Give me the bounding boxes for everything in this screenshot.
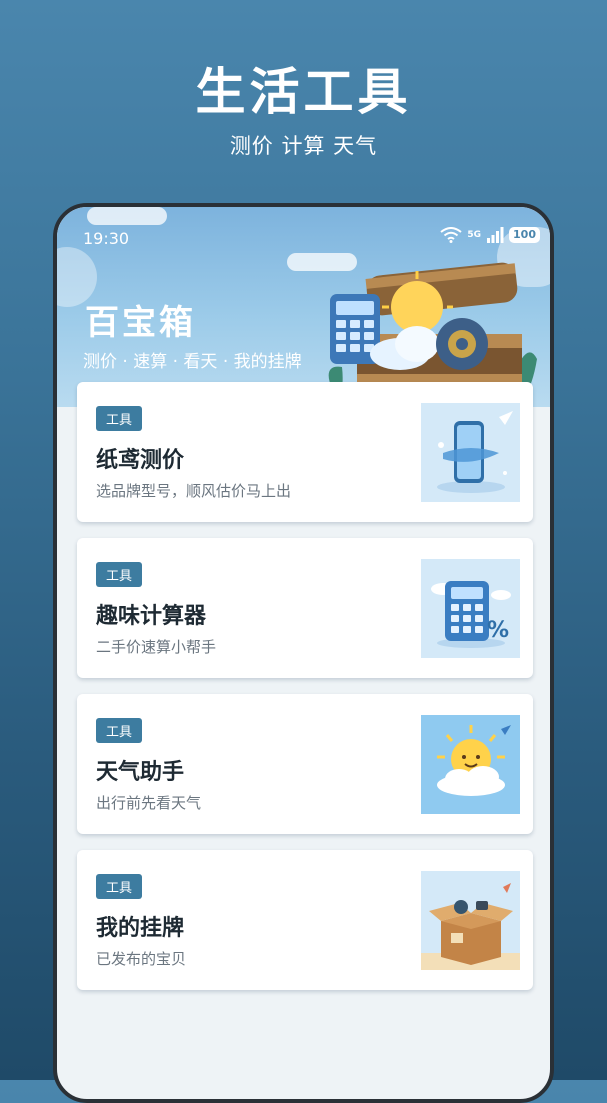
svg-text:%: % — [487, 618, 509, 643]
card-description: 已发布的宝贝 — [96, 950, 187, 968]
promo-subtitle: 测价 计算 天气 — [229, 134, 378, 158]
hero-banner: 19:30 5G 100 百宝箱 测价 · 速算 · 看天 · 我的挂牌 — [57, 207, 550, 407]
network-label: 5G — [467, 230, 482, 240]
cloud-decoration — [87, 207, 167, 225]
tool-tag: 工具 — [96, 718, 143, 743]
tool-card-price-estimate[interactable]: 工具 纸鸢测价 选品牌型号，顺风估价马上出 — [77, 382, 533, 522]
sun-cloud-icon — [421, 715, 520, 814]
tool-card-my-listings[interactable]: 工具 我的挂牌 已发布的宝贝 — [77, 850, 533, 990]
phone-frame: 19:30 5G 100 百宝箱 测价 · 速算 · 看天 · 我的挂牌 工具 … — [53, 203, 554, 1103]
phone-price-icon — [421, 403, 520, 502]
hero-title: 百宝箱 — [85, 303, 196, 343]
tool-tag: 工具 — [96, 874, 143, 899]
card-title: 天气助手 — [96, 760, 185, 785]
wifi-icon — [440, 227, 462, 243]
card-description: 选品牌型号，顺风估价马上出 — [96, 482, 292, 500]
card-title: 纸鸢测价 — [96, 448, 185, 473]
tool-card-weather[interactable]: 工具 天气助手 出行前先看天气 — [77, 694, 533, 834]
card-title: 我的挂牌 — [96, 916, 185, 941]
box-icon — [421, 871, 520, 970]
card-description: 出行前先看天气 — [96, 794, 202, 812]
status-time: 19:30 — [83, 229, 130, 248]
signal-icon — [487, 227, 504, 243]
tool-card-list: 工具 纸鸢测价 选品牌型号，顺风估价马上出 工具 趣味计算器 二手价速算小帮手 — [77, 382, 533, 1006]
tool-tag: 工具 — [96, 562, 143, 587]
tool-card-calculator[interactable]: 工具 趣味计算器 二手价速算小帮手 % — [77, 538, 533, 678]
hero-subtitle: 测价 · 速算 · 看天 · 我的挂牌 — [83, 352, 302, 372]
card-description: 二手价速算小帮手 — [96, 638, 217, 656]
card-title: 趣味计算器 — [96, 604, 207, 629]
status-icons: 5G 100 — [440, 227, 540, 243]
battery-indicator: 100 — [509, 227, 540, 243]
tool-tag: 工具 — [96, 406, 143, 431]
calculator-icon: % — [421, 559, 520, 658]
promo-title: 生活工具 — [195, 63, 412, 121]
